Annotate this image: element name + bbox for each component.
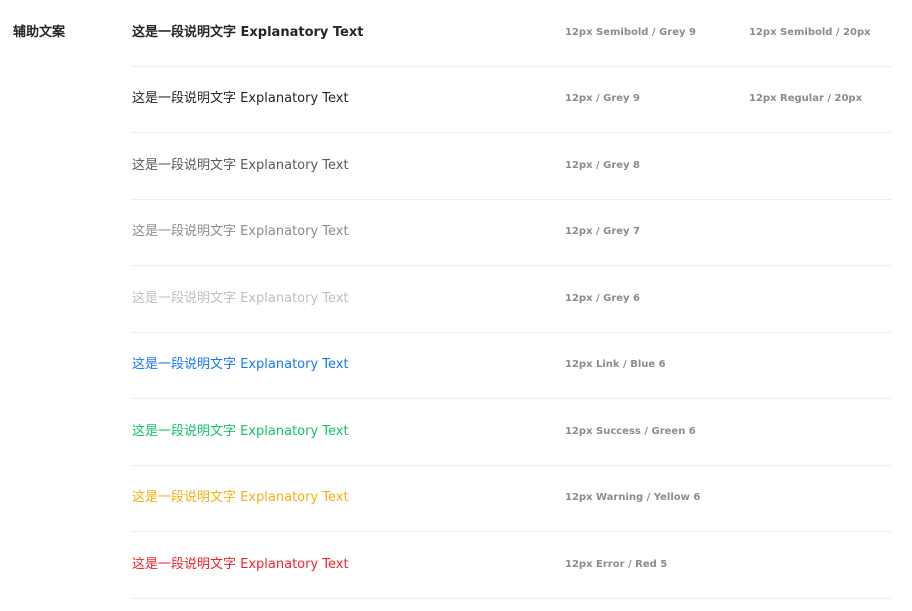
sample-text: 这是一段说明文字 Explanatory Text	[132, 224, 349, 240]
typography-spec-list: 这是一段说明文字 Explanatory Text 12px Semibold …	[131, 0, 892, 599]
spec-row: 这是一段说明文字 Explanatory Text 12px / Grey 7	[131, 200, 892, 266]
sample-text: 这是一段说明文字 Explanatory Text	[132, 357, 349, 373]
color-spec: 12px / Grey 8	[565, 159, 641, 171]
color-spec: 12px Warning / Yellow 6	[565, 492, 701, 504]
spec-row: 这是一段说明文字 Explanatory Text 12px Semibold …	[131, 0, 892, 67]
section-label: 辅助文案	[13, 25, 66, 40]
color-spec: 12px / Grey 7	[565, 226, 641, 238]
size-weight-spec: 12px Semibold / 20px	[749, 26, 871, 38]
spec-row: 这是一段说明文字 Explanatory Text 12px Success /…	[131, 399, 892, 466]
color-spec: 12px Error / Red 5	[565, 558, 668, 570]
size-weight-spec: 12px Regular / 20px	[749, 93, 863, 105]
color-spec: 12px / Grey 6	[565, 292, 641, 304]
color-spec: 12px / Grey 9	[565, 93, 641, 105]
spec-row: 这是一段说明文字 Explanatory Text 12px Error / R…	[131, 532, 892, 599]
color-spec: 12px Semibold / Grey 9	[565, 26, 696, 38]
sample-text: 这是一段说明文字 Explanatory Text	[132, 290, 349, 306]
sample-text: 这是一段说明文字 Explanatory Text	[132, 91, 349, 107]
spec-row: 这是一段说明文字 Explanatory Text 12px / Grey 9 …	[131, 67, 892, 133]
color-spec: 12px Link / Blue 6	[565, 359, 666, 371]
sample-text: 这是一段说明文字 Explanatory Text	[132, 423, 349, 439]
spec-row: 这是一段说明文字 Explanatory Text 12px / Grey 8	[131, 133, 892, 200]
spec-row: 这是一段说明文字 Explanatory Text 12px / Grey 6	[131, 266, 892, 333]
sample-text: 这是一段说明文字 Explanatory Text	[132, 157, 349, 173]
color-spec: 12px Success / Green 6	[565, 425, 696, 437]
spec-row: 这是一段说明文字 Explanatory Text 12px Warning /…	[131, 466, 892, 532]
sample-text: 这是一段说明文字 Explanatory Text	[132, 24, 364, 40]
spec-row: 这是一段说明文字 Explanatory Text 12px Link / Bl…	[131, 333, 892, 399]
sample-text: 这是一段说明文字 Explanatory Text	[132, 490, 349, 506]
sample-text: 这是一段说明文字 Explanatory Text	[132, 556, 349, 572]
